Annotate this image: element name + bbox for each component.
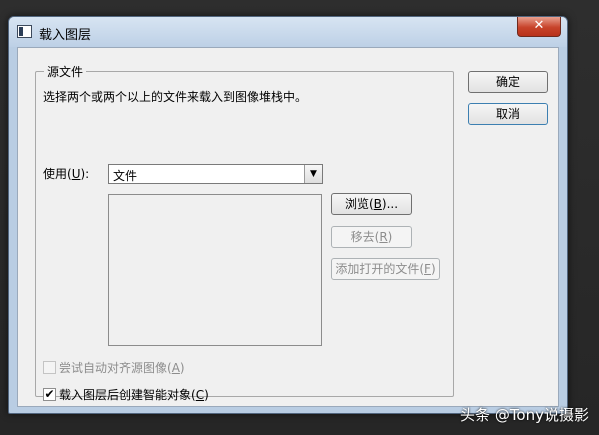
watermark: 头条 @Tony说摄影 bbox=[460, 406, 589, 424]
auto-align-label: 尝试自动对齐源图像(A) bbox=[59, 361, 185, 375]
desktop-background: 载入图层 ✕ 源文件 选择两个或两个以上的文件来载入到图像堆栈中。 使用(U):… bbox=[0, 0, 599, 435]
close-icon: ✕ bbox=[533, 18, 545, 33]
window-title: 载入图层 bbox=[39, 28, 92, 43]
browse-button[interactable]: 浏览(B)... bbox=[331, 193, 412, 215]
source-files-legend: 源文件 bbox=[44, 63, 87, 80]
window-icon bbox=[17, 25, 32, 38]
use-dropdown-value: 文件 bbox=[113, 169, 138, 183]
source-description: 选择两个或两个以上的文件来载入到图像堆栈中。 bbox=[43, 90, 308, 104]
use-label: 使用(U): bbox=[43, 167, 90, 181]
auto-align-option[interactable]: 尝试自动对齐源图像(A) bbox=[43, 359, 185, 376]
cancel-button[interactable]: 取消 bbox=[468, 103, 548, 125]
smart-object-option[interactable]: ✔ 载入图层后创建智能对象(C) bbox=[43, 386, 209, 403]
ok-button[interactable]: 确定 bbox=[468, 71, 548, 93]
add-open-files-button[interactable]: 添加打开的文件(F) bbox=[331, 258, 440, 280]
load-layers-dialog: 载入图层 ✕ 源文件 选择两个或两个以上的文件来载入到图像堆栈中。 使用(U):… bbox=[8, 16, 568, 414]
remove-button[interactable]: 移去(R) bbox=[331, 226, 412, 248]
dialog-client-area: 源文件 选择两个或两个以上的文件来载入到图像堆栈中。 使用(U): 文件 ▼ 浏… bbox=[17, 47, 559, 407]
smart-object-checkbox[interactable]: ✔ bbox=[43, 388, 56, 401]
file-list[interactable] bbox=[108, 194, 322, 346]
use-dropdown[interactable]: 文件 ▼ bbox=[108, 164, 323, 184]
checkmark-icon: ✔ bbox=[44, 387, 55, 401]
smart-object-label: 载入图层后创建智能对象(C) bbox=[59, 388, 209, 402]
close-button[interactable]: ✕ bbox=[517, 17, 561, 37]
auto-align-checkbox[interactable] bbox=[43, 361, 56, 374]
dropdown-arrow-icon[interactable]: ▼ bbox=[304, 165, 322, 183]
title-bar[interactable]: 载入图层 ✕ bbox=[9, 17, 567, 47]
